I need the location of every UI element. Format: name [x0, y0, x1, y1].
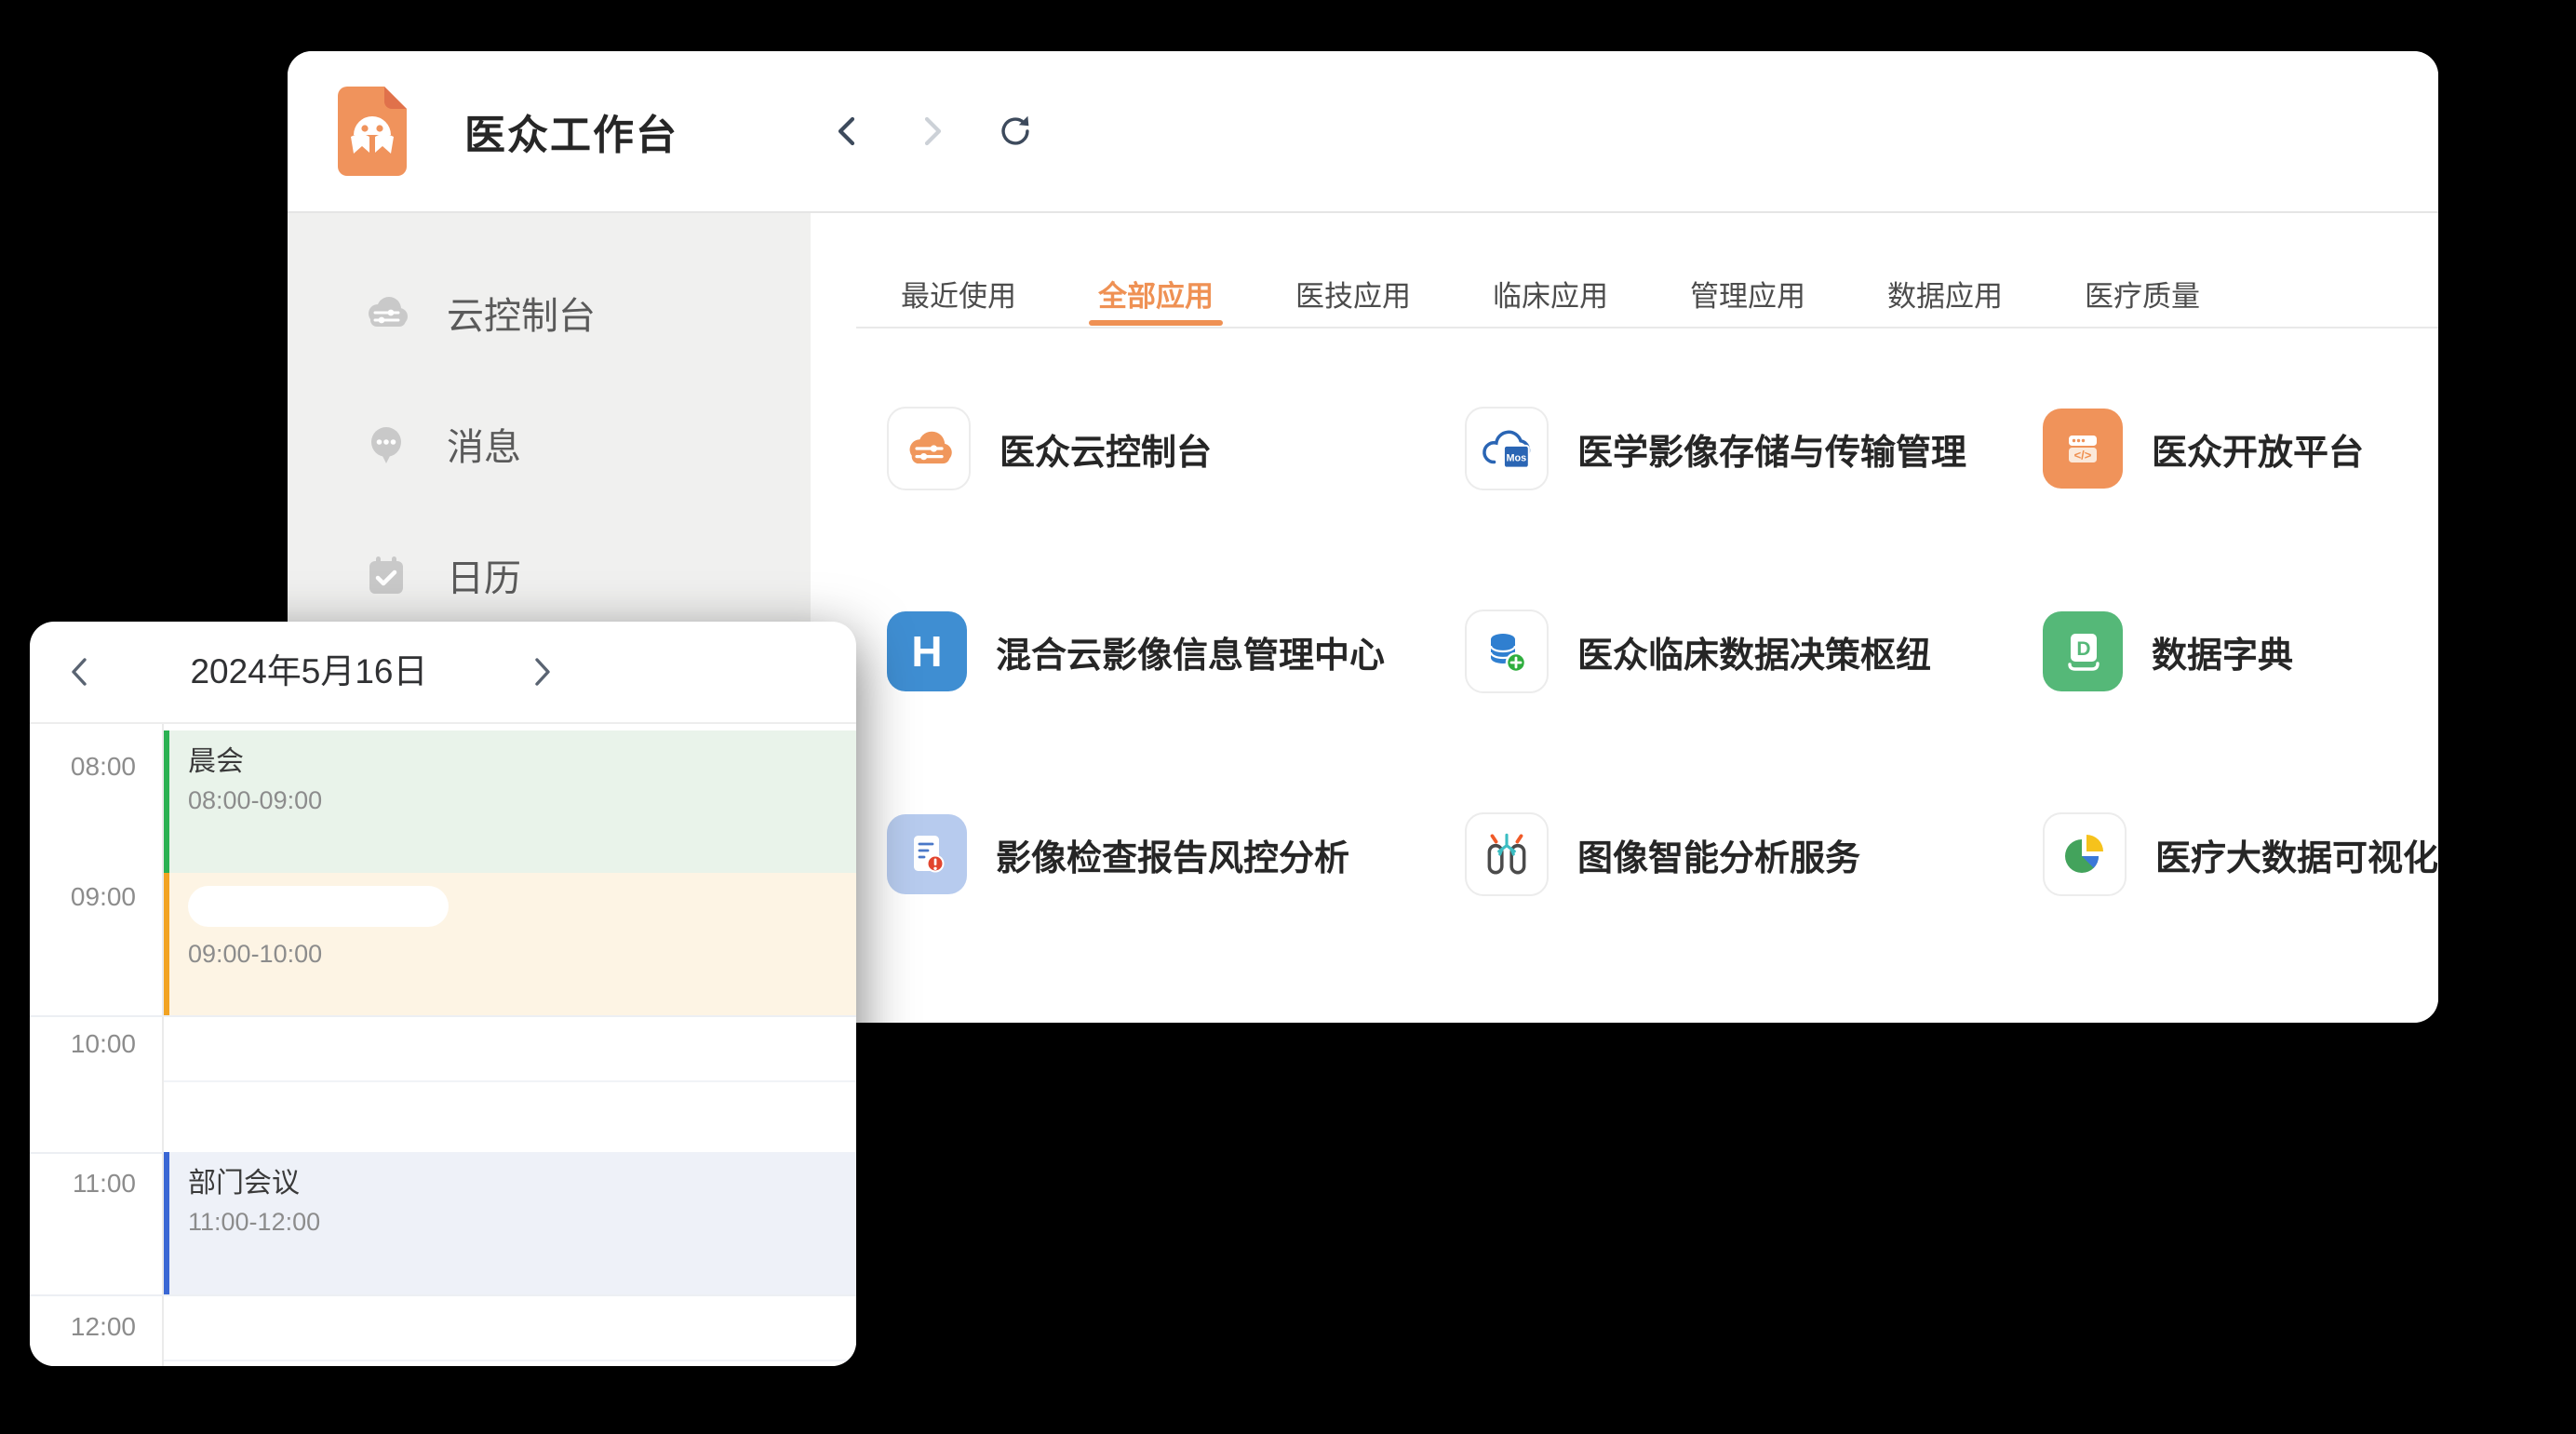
green-dictionary-icon: D [2043, 611, 2123, 691]
tab-clinical[interactable]: 临床应用 [1493, 273, 1608, 315]
app-category-tabs: 最近使用 全部应用 医技应用 临床应用 管理应用 数据应用 医疗质量 [901, 271, 2438, 315]
sidebar-item-label: 云控制台 [447, 286, 596, 340]
back-icon[interactable] [827, 111, 868, 152]
event-redacted[interactable]: 09:00-10:00 [164, 873, 856, 1015]
sidebar-item-label: 日历 [447, 548, 521, 602]
app-open-platform[interactable]: </> 医众开放平台 [2043, 407, 2438, 490]
code-glyph: </> [2074, 449, 2092, 462]
blue-h-square-icon: H [887, 611, 967, 691]
window-header: 医众工作台 [288, 51, 2438, 213]
app-image-ai-analysis[interactable]: 图像智能分析服务 [1465, 812, 2043, 896]
nav-buttons [827, 51, 1036, 211]
orange-cloud-sliders-icon [887, 407, 971, 490]
time-label: 11:00 [30, 1165, 136, 1202]
cloud-console-icon [362, 288, 410, 337]
event-color-bar [164, 730, 169, 873]
time-label: 10:00 [30, 1025, 136, 1063]
event-color-bar [164, 1152, 169, 1294]
event-title: 晨会 [188, 744, 856, 781]
app-title: 医众工作台 [464, 101, 678, 161]
app-cloud-console[interactable]: 医众云控制台 [887, 407, 1465, 490]
calendar-panel: 2024年5月16日 08:00 09:00 10:00 11:00 12:00… [30, 622, 856, 1366]
orange-code-window-icon: </> [2043, 409, 2123, 489]
half-hour-gridline [164, 1360, 856, 1361]
time-label: 08:00 [30, 748, 136, 785]
app-label: 混合云影像信息管理中心 [996, 626, 1385, 677]
event-morning-meeting[interactable]: 晨会 08:00-09:00 [164, 730, 856, 873]
app-data-dictionary[interactable]: D 数据字典 [2043, 610, 2438, 693]
tab-management[interactable]: 管理应用 [1690, 273, 1805, 315]
event-title: 部门会议 [188, 1165, 856, 1202]
app-label: 医疗大数据可视化 [2155, 829, 2438, 880]
sidebar-item-messages[interactable]: 消息 [288, 378, 811, 509]
tab-data[interactable]: 数据应用 [1887, 273, 2003, 315]
calendar-header: 2024年5月16日 [30, 622, 856, 724]
app-logo-icon [338, 87, 407, 176]
d-letter: D [2076, 638, 2090, 660]
lungs-ai-icon [1465, 812, 1549, 896]
app-imaging-storage[interactable]: Mos 医学影像存储与传输管理 [1465, 407, 2043, 490]
event-time: 09:00-10:00 [188, 938, 856, 970]
refresh-icon[interactable] [995, 111, 1036, 152]
database-plus-icon [1465, 610, 1549, 693]
app-grid: 医众云控制台 Mos 医学影像存储与传输管理 [887, 407, 2438, 896]
app-clinical-data-hub[interactable]: 医众临床数据决策枢纽 [1465, 610, 2043, 693]
h-letter: H [911, 627, 942, 676]
event-color-bar [164, 873, 169, 1015]
time-label: 09:00 [30, 878, 136, 916]
app-label: 医众临床数据决策枢纽 [1577, 626, 1931, 677]
app-hybrid-cloud-center[interactable]: H 混合云影像信息管理中心 [887, 610, 1465, 693]
app-label: 医学影像存储与传输管理 [1577, 423, 1966, 475]
app-label: 影像检查报告风控分析 [996, 829, 1349, 880]
event-department-meeting[interactable]: 部门会议 11:00-12:00 [164, 1152, 856, 1294]
app-label: 图像智能分析服务 [1577, 829, 1860, 880]
app-bigdata-visualization[interactable]: 医疗大数据可视化 [2043, 812, 2438, 896]
event-time: 08:00-09:00 [188, 784, 856, 816]
report-risk-icon [887, 814, 967, 894]
time-label: 12:00 [30, 1308, 136, 1346]
calendar-next-day-icon[interactable] [529, 653, 557, 690]
sidebar-item-cloud-console[interactable]: 云控制台 [288, 247, 811, 378]
half-hour-gridline [164, 1080, 856, 1082]
mos-badge: Mos [1506, 452, 1526, 463]
calendar-icon [362, 551, 410, 599]
tab-all-apps[interactable]: 全部应用 [1098, 273, 1214, 315]
message-icon [362, 420, 410, 468]
app-label: 数据字典 [2152, 626, 2293, 677]
app-report-risk-analysis[interactable]: 影像检查报告风控分析 [887, 812, 1465, 896]
redacted-title-pill [188, 886, 449, 927]
sidebar-item-label: 消息 [447, 417, 521, 471]
app-label: 医众云控制台 [1000, 423, 1212, 475]
calendar-day-view: 08:00 09:00 10:00 11:00 12:00 晨会 08:00-0… [30, 724, 856, 1366]
event-time: 11:00-12:00 [188, 1206, 856, 1238]
app-label: 医众开放平台 [2152, 423, 2364, 475]
forward-icon[interactable] [911, 111, 952, 152]
tab-recent[interactable]: 最近使用 [901, 273, 1016, 315]
hour-gridline [30, 1015, 856, 1017]
content-area: 最近使用 全部应用 医技应用 临床应用 管理应用 数据应用 医疗质量 [811, 213, 2438, 1023]
tabs-divider [856, 327, 2438, 328]
calendar-prev-day-icon[interactable] [65, 653, 93, 690]
calendar-date-label: 2024年5月16日 [141, 622, 476, 722]
tab-quality[interactable]: 医疗质量 [2085, 273, 2200, 315]
tab-medtech[interactable]: 医技应用 [1295, 273, 1411, 315]
pie-chart-icon [2043, 812, 2127, 896]
blue-cloud-mos-icon: Mos [1465, 407, 1549, 490]
sidebar-item-calendar[interactable]: 日历 [288, 509, 811, 640]
hour-gridline [30, 1294, 856, 1296]
